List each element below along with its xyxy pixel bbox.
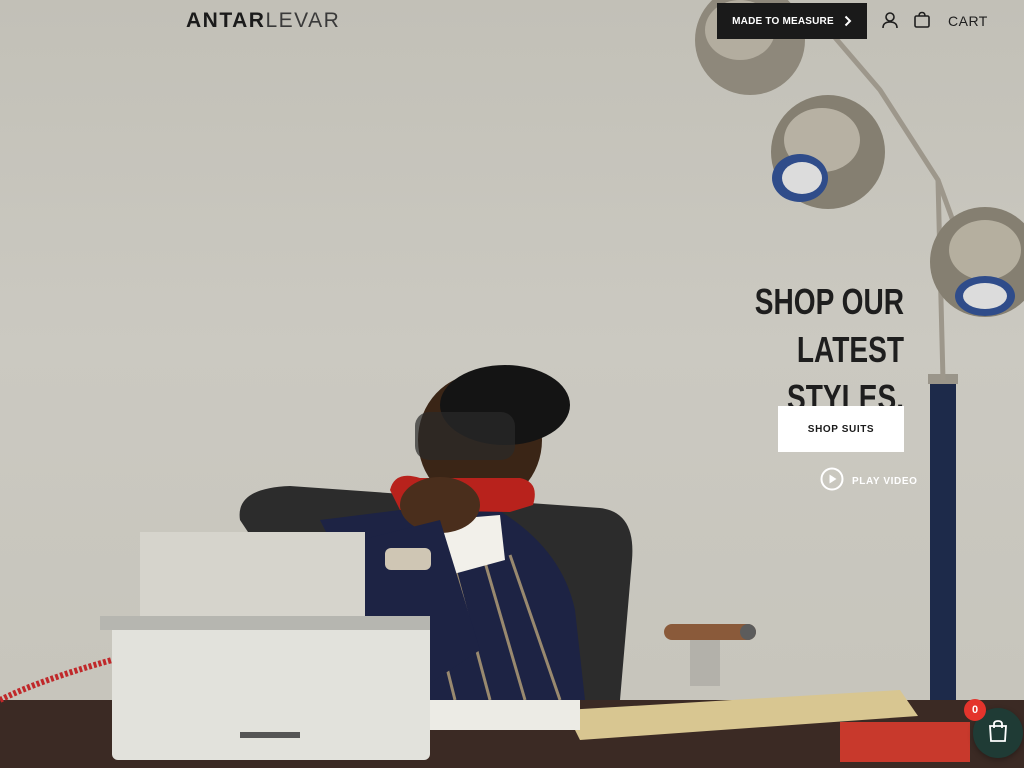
shop-suits-button[interactable]: SHOP SUITS [778, 406, 904, 452]
shopping-bag-icon[interactable] [912, 10, 932, 30]
made-to-measure-button[interactable]: MADE TO MEASURE [717, 3, 867, 39]
user-icon[interactable] [880, 10, 900, 30]
play-circle-icon [820, 467, 844, 496]
brand-logo-light: LEVAR [265, 9, 341, 32]
hero-heading-line-1: SHOP OUR LATEST [754, 281, 904, 370]
brand-logo[interactable]: ANTARLEVAR [186, 9, 340, 33]
cart-link[interactable]: CART [948, 13, 988, 29]
made-to-measure-label: MADE TO MEASURE [732, 15, 834, 27]
brand-logo-bold: ANTAR [186, 9, 266, 32]
hero-heading: SHOP OUR LATEST STYLES. [654, 278, 904, 422]
chevron-right-icon [844, 15, 852, 27]
play-video-button[interactable]: PLAY VIDEO [820, 467, 918, 496]
shopping-bag-icon [987, 719, 1009, 748]
cart-count-badge: 0 [964, 699, 986, 721]
play-video-label: PLAY VIDEO [852, 475, 918, 487]
